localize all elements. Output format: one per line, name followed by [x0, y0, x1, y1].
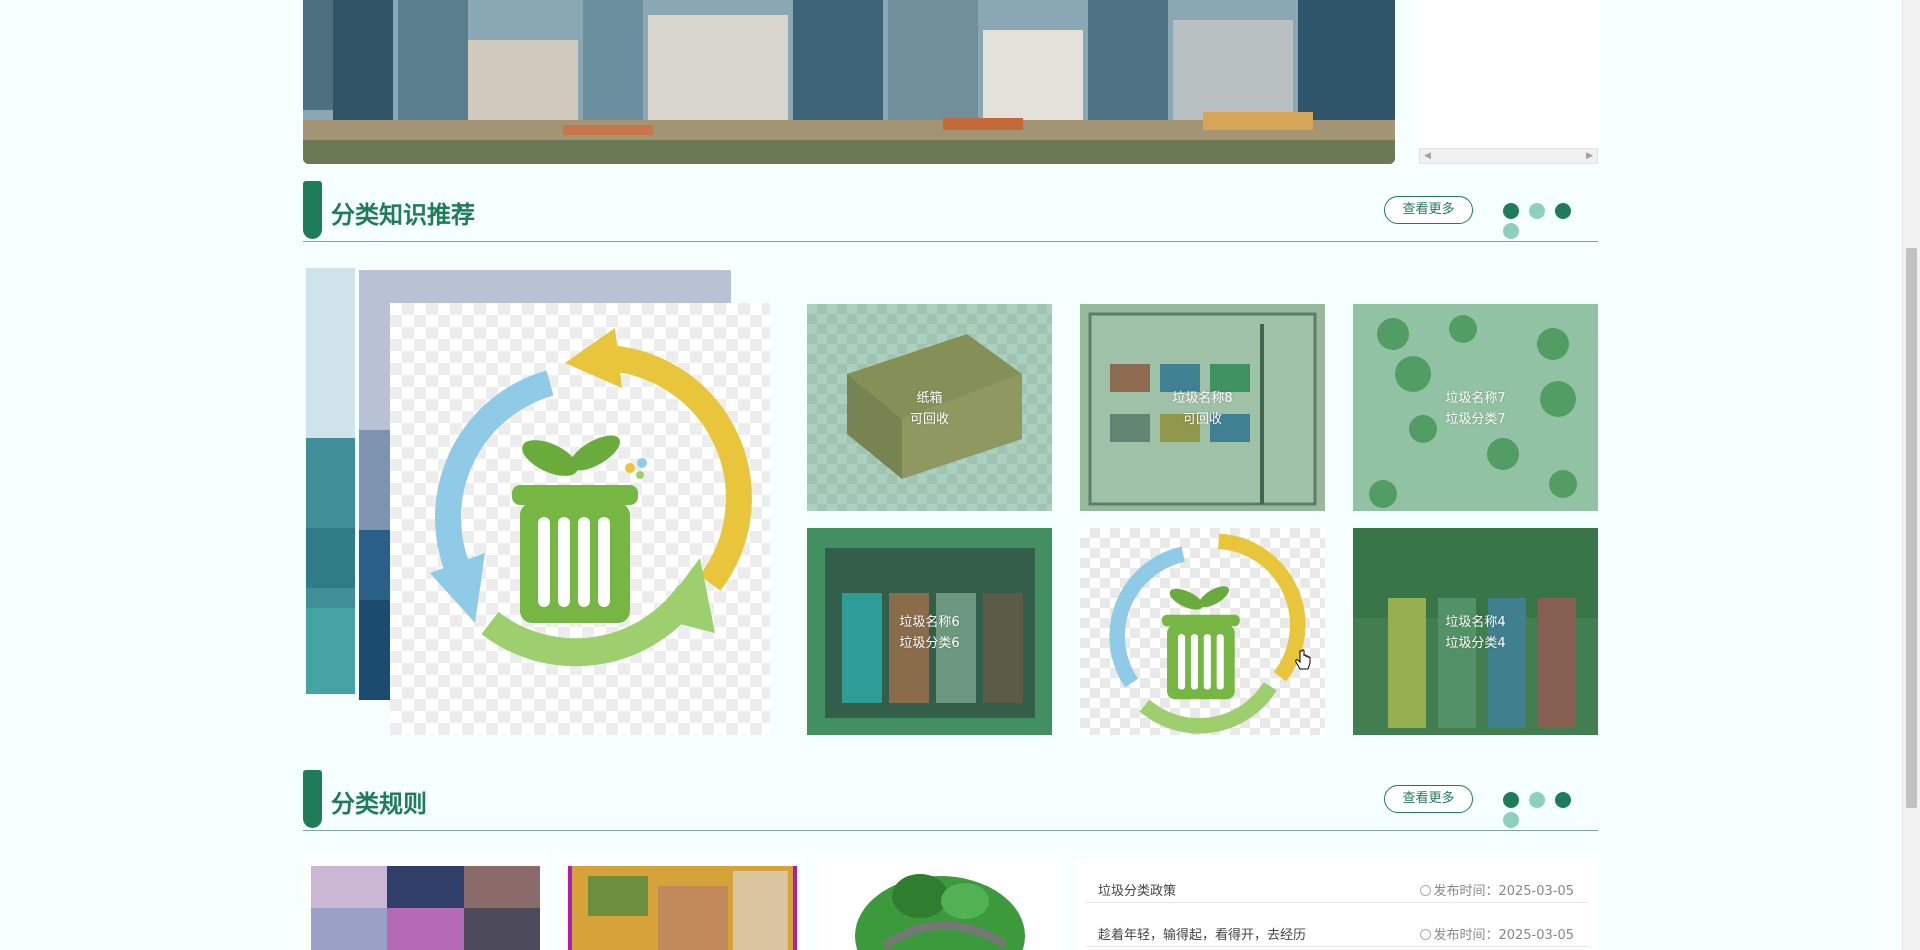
carousel-dot-4[interactable]: [1503, 223, 1519, 239]
green-earth-image: [825, 866, 1054, 950]
clock-icon: [1420, 885, 1432, 896]
card-caption: 纸箱 可回收: [807, 388, 1052, 430]
page-scrollbar[interactable]: [1902, 0, 1920, 950]
side-panel: [1417, 0, 1600, 148]
thumbnail-image: [568, 866, 797, 950]
knowledge-card[interactable]: 垃圾名称6 垃圾分类6: [807, 528, 1052, 735]
card-category: 垃圾分类7: [1445, 412, 1506, 427]
knowledge-section-header: 分类知识推荐 查看更多: [303, 181, 1598, 242]
card-category: 可回收: [1182, 412, 1222, 427]
news-title: 垃圾分类政策: [1098, 884, 1177, 899]
horizontal-scrollbar[interactable]: ◀ ▶: [1419, 148, 1598, 164]
recycle-bin-icon: [430, 328, 752, 667]
city-collage-image: [311, 866, 540, 950]
card-caption: 垃圾名称7 垃圾分类7: [1353, 388, 1598, 430]
gallery-slide-sea[interactable]: [306, 268, 355, 694]
triangle-left-icon[interactable]: ◀: [1424, 149, 1431, 163]
card-category: 垃圾分类6: [899, 636, 960, 651]
gallery-feature-recycle[interactable]: [390, 303, 770, 735]
card-category: 垃圾分类4: [1445, 636, 1506, 651]
triangle-right-icon[interactable]: ▶: [1586, 149, 1593, 163]
card-caption: 垃圾名称6 垃圾分类6: [807, 612, 1052, 654]
knowledge-card[interactable]: 纸箱 可回收: [807, 304, 1052, 511]
rules-carousel-dots: [1503, 792, 1598, 828]
card-category: 可回收: [909, 412, 949, 427]
page-scrollbar-thumb[interactable]: [1906, 248, 1917, 808]
isometric-city-image: [568, 866, 797, 950]
thumbnail-image: [825, 866, 1054, 950]
recycle-bin-icon: [1109, 533, 1306, 734]
knowledge-card[interactable]: 垃圾名称8 可回收: [1080, 304, 1325, 511]
knowledge-card[interactable]: 垃圾名称7 垃圾分类7: [1353, 304, 1598, 511]
news-item[interactable]: 垃圾分类政策 发布时间：2025-03-05: [1086, 858, 1588, 903]
knowledge-carousel-dots: [1503, 203, 1598, 239]
rules-more-button[interactable]: 查看更多: [1384, 785, 1473, 813]
carousel-dot-2[interactable]: [1529, 203, 1545, 219]
news-date: 发布时间：2025-03-05: [1420, 880, 1574, 899]
rules-news-list: 垃圾分类政策 发布时间：2025-03-05 趁着年轻，输得起，看得开，去经历 …: [1076, 858, 1598, 950]
banner-image[interactable]: [303, 0, 1395, 164]
news-date-text: 发布时间：2025-03-05: [1433, 928, 1574, 943]
card-title: 垃圾名称4: [1445, 615, 1506, 630]
knowledge-card[interactable]: 垃圾名称4 垃圾分类4: [1353, 528, 1598, 735]
rules-section-title: 分类规则: [331, 790, 427, 818]
card-caption: 垃圾名称4 垃圾分类4: [1353, 612, 1598, 654]
rules-thumbnail[interactable]: [560, 855, 805, 950]
section-accent-bar: [303, 181, 322, 239]
knowledge-card-hovered[interactable]: [1080, 528, 1325, 735]
carousel-dot-2[interactable]: [1529, 792, 1545, 808]
rules-section-header: 分类规则 查看更多: [303, 770, 1598, 831]
news-title: 趁着年轻，输得起，看得开，去经历: [1098, 928, 1307, 943]
news-item[interactable]: 趁着年轻，输得起，看得开，去经历 发布时间：2025-03-05: [1086, 902, 1588, 947]
carousel-dot-3[interactable]: [1555, 203, 1571, 219]
news-date: 发布时间：2025-03-05: [1420, 924, 1574, 943]
clock-icon: [1420, 929, 1432, 940]
carousel-dot-1[interactable]: [1503, 203, 1519, 219]
section-accent-bar: [303, 770, 322, 828]
carousel-dot-4[interactable]: [1503, 812, 1519, 828]
carousel-dot-1[interactable]: [1503, 792, 1519, 808]
card-title: 垃圾名称6: [899, 615, 960, 630]
news-date-text: 发布时间：2025-03-05: [1433, 884, 1574, 899]
knowledge-more-button[interactable]: 查看更多: [1384, 196, 1473, 224]
thumbnail-image: [311, 866, 540, 950]
card-title: 纸箱: [916, 391, 943, 406]
page: ◀ ▶ 分类知识推荐 查看更多 纸箱 可回收 垃圾名称8 可回收 垃圾名称7 垃…: [0, 0, 1920, 950]
card-title: 垃圾名称7: [1445, 391, 1506, 406]
card-caption: 垃圾名称8 可回收: [1080, 388, 1325, 430]
card-title: 垃圾名称8: [1172, 391, 1233, 406]
carousel-dot-3[interactable]: [1555, 792, 1571, 808]
sea-photo: [306, 268, 355, 694]
hand-cursor-icon: [1295, 649, 1311, 670]
rules-thumbnail[interactable]: [817, 855, 1062, 950]
city-skyline-illustration: [303, 0, 1395, 164]
rules-thumbnail[interactable]: [303, 855, 548, 950]
knowledge-section-title: 分类知识推荐: [331, 201, 475, 229]
